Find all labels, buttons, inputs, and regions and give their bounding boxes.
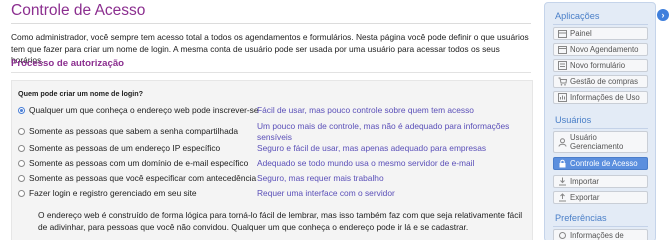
main-content: Controle de Acesso Como administrador, v… [0, 0, 540, 240]
question-label: Quem pode criar um nome de login? [18, 89, 143, 98]
sidebar-item-painel[interactable]: Painel [553, 27, 648, 40]
sidebar-item-label: Importar [570, 177, 600, 186]
sidebar-item-label: Controle de Acesso [570, 159, 638, 168]
option-description: Requer uma interface com o servidor [257, 188, 395, 198]
sidebar-item-gestao-de-compras[interactable]: Gestão de compras [553, 75, 648, 88]
sidebar-section-title: Aplicações [555, 11, 600, 21]
chevron-right-icon[interactable]: › [657, 9, 669, 21]
option-ip-address[interactable]: Somente as pessoas de um endereço IP esp… [18, 142, 220, 154]
panel-icon [557, 29, 567, 39]
option-description: Seguro e fácil de usar, mas apenas adequ… [257, 143, 487, 153]
title-divider [11, 23, 531, 24]
option-description: Um pouco mais de controle, mas não é ade… [257, 121, 510, 142]
radio-button[interactable] [18, 106, 25, 114]
form-icon [557, 61, 567, 71]
settings-icon [557, 231, 567, 240]
option-shared-password[interactable]: Somente as pessoas que sabem a senha com… [18, 125, 238, 137]
sidebar-item-novo-agendamento[interactable]: Novo Agendamento [553, 43, 648, 56]
radio-button[interactable] [18, 174, 25, 182]
sidebar-item-informacoes-de-uso[interactable]: Informações de Uso [553, 91, 648, 104]
radio-button[interactable] [18, 127, 25, 135]
sidebar-divider [553, 226, 648, 227]
sidebar-item-label: Exportar [570, 193, 600, 202]
option-site-login[interactable]: Fazer login e registro gerenciado em seu… [18, 187, 197, 199]
import-icon [557, 177, 567, 187]
sidebar-item-informacoes-de[interactable]: Informações de [553, 229, 648, 240]
sidebar-item-exportar[interactable]: Exportar [553, 191, 648, 204]
user-icon [557, 137, 567, 147]
calendar-icon [557, 45, 567, 55]
sidebar-item-label: Usuário Gerenciamento [570, 133, 624, 151]
option-description: Adequado se todo mundo usa o mesmo servi… [257, 158, 475, 168]
sidebar-divider [553, 128, 648, 129]
option-label: Somente as pessoas com um domínio de e-m… [29, 158, 249, 168]
option-description: Seguro, mas requer mais trabalho [257, 173, 384, 183]
radio-button[interactable] [18, 144, 25, 152]
option-email-domain[interactable]: Somente as pessoas com um domínio de e-m… [18, 157, 248, 169]
sidebar-item-novo-formulario[interactable]: Novo formulário [553, 59, 648, 72]
page-title: Controle de Acesso [11, 2, 146, 19]
sidebar-item-importar[interactable]: Importar [553, 175, 648, 188]
option-label: Qualquer um que conheça o endereço web p… [29, 105, 259, 115]
cart-icon [557, 77, 567, 87]
option-label: Somente as pessoas que sabem a senha com… [29, 126, 239, 136]
sidebar-divider [553, 24, 648, 25]
option-label: Fazer login e registro gerenciado em seu… [29, 188, 197, 198]
option-description: Fácil de usar, mas pouco controle sobre … [257, 105, 474, 115]
sidebar-item-label: Novo Agendamento [570, 45, 639, 54]
export-icon [557, 193, 567, 203]
option-specified-users[interactable]: Somente as pessoas que você especificar … [18, 172, 256, 184]
option-anyone[interactable]: Qualquer um que conheça o endereço web p… [18, 104, 259, 116]
option-label: Somente as pessoas que você especificar … [29, 173, 257, 183]
lock-icon [557, 159, 567, 169]
radio-button[interactable] [18, 159, 25, 167]
sidebar-section-title: Usuários [555, 115, 592, 125]
sidebar-item-label: Informações de Uso [570, 93, 640, 102]
sidebar-section-title: Preferências [555, 213, 607, 223]
sidebar-item-label: Novo formulário [570, 61, 626, 70]
sidebar-item-label: Informações de [570, 231, 624, 240]
section-title: Processo de autorização [11, 58, 125, 69]
sidebar-item-controle-de-acesso[interactable]: Controle de Acesso [553, 157, 648, 170]
info-icon [557, 93, 567, 103]
radio-button[interactable] [18, 189, 25, 197]
note-text: O endereço web é construído de forma lóg… [38, 210, 523, 232]
section-divider [11, 72, 531, 73]
sidebar-item-label: Gestão de compras [570, 77, 639, 86]
sidebar-item-usuario-gerenciamento[interactable]: Usuário Gerenciamento [553, 131, 648, 153]
option-label: Somente as pessoas de um endereço IP esp… [29, 143, 221, 153]
sidebar-item-label: Painel [570, 29, 592, 38]
